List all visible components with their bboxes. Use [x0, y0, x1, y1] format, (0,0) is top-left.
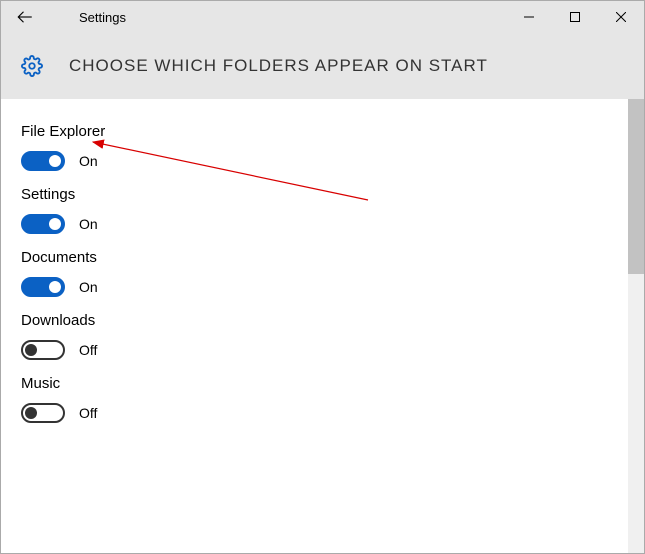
setting-settings: Settings On	[21, 186, 624, 234]
toggle-state-text: On	[79, 153, 98, 169]
close-button[interactable]	[598, 1, 644, 33]
setting-downloads: Downloads Off	[21, 312, 624, 360]
toggle-settings[interactable]	[21, 214, 65, 234]
setting-label: Downloads	[21, 312, 624, 329]
setting-music: Music Off	[21, 375, 624, 423]
setting-label: Documents	[21, 249, 624, 266]
scrollbar-thumb[interactable]	[628, 99, 644, 274]
back-button[interactable]	[1, 1, 49, 33]
setting-label: File Explorer	[21, 123, 624, 140]
maximize-button[interactable]	[552, 1, 598, 33]
window-title: Settings	[79, 10, 126, 25]
setting-documents: Documents On	[21, 249, 624, 297]
settings-window: Settings CHOOSE WHICH FOLDERS APPEAR ON …	[0, 0, 645, 554]
window-controls	[506, 1, 644, 33]
page-title: CHOOSE WHICH FOLDERS APPEAR ON START	[69, 56, 488, 76]
setting-file-explorer: File Explorer On	[21, 123, 624, 171]
toggle-documents[interactable]	[21, 277, 65, 297]
toggle-state-text: Off	[79, 405, 97, 421]
toggle-state-text: On	[79, 279, 98, 295]
setting-label: Music	[21, 375, 624, 392]
content-area: File Explorer On Settings On Documents O…	[1, 99, 644, 553]
gear-icon	[21, 55, 43, 77]
setting-label: Settings	[21, 186, 624, 203]
minimize-button[interactable]	[506, 1, 552, 33]
toggle-file-explorer[interactable]	[21, 151, 65, 171]
page-header: CHOOSE WHICH FOLDERS APPEAR ON START	[1, 33, 644, 99]
titlebar: Settings	[1, 1, 644, 33]
toggle-state-text: Off	[79, 342, 97, 358]
toggle-downloads[interactable]	[21, 340, 65, 360]
toggle-music[interactable]	[21, 403, 65, 423]
scrollbar-track[interactable]	[628, 99, 644, 554]
toggle-state-text: On	[79, 216, 98, 232]
